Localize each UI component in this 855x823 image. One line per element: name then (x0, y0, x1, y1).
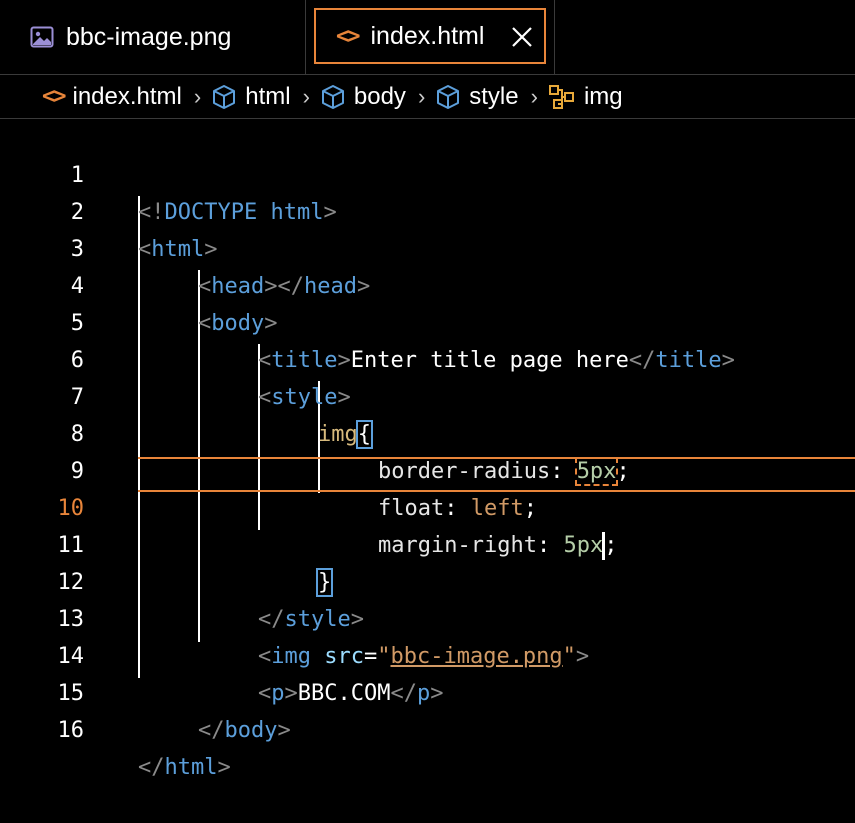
code-line[interactable]: 15 </body> (0, 638, 855, 743)
chevron-right-icon: › (193, 83, 202, 109)
breadcrumb-label: html (245, 82, 291, 110)
breadcrumb: <> index.html › html › body › style › im… (0, 75, 855, 119)
code-line[interactable]: 4 <body> (0, 231, 855, 336)
breadcrumb-label: body (353, 82, 406, 110)
tab-bar: bbc-image.png <> index.html (0, 0, 855, 75)
code-line[interactable]: 7 img{ (0, 342, 855, 449)
symbol-box-icon (211, 84, 237, 110)
line-content: </body> (198, 718, 291, 743)
breadcrumb-item-body[interactable]: body (320, 83, 406, 111)
breadcrumb-label: index.html (72, 82, 182, 110)
code-icon: <> (336, 23, 360, 49)
code-line[interactable]: 13 <img src="bbc-image.png"> (0, 564, 855, 669)
symbol-structure-icon (548, 84, 576, 110)
code-icon: <> (42, 84, 66, 109)
code-line[interactable]: 6 <style> (0, 305, 855, 410)
chevron-right-icon: › (302, 83, 310, 109)
code-line[interactable]: 2 <html> (0, 157, 855, 262)
tab-label: index.html (370, 21, 485, 50)
code-line[interactable]: 9 float: left; (0, 416, 855, 521)
symbol-box-icon (320, 84, 346, 110)
line-number: 16 (57, 718, 85, 743)
breadcrumb-item-img[interactable]: img (548, 83, 623, 111)
code-line[interactable]: 3 <head></head> (0, 194, 855, 299)
breadcrumb-label: style (469, 82, 519, 110)
code-editor[interactable]: 1 <!DOCTYPE html> 2 <html> 3 <head></hea… (0, 120, 855, 780)
code-line[interactable]: 16 </html> (0, 675, 855, 780)
code-line[interactable]: 14 <p>BBC.COM</p> (0, 601, 855, 706)
breadcrumb-item-html[interactable]: html (211, 82, 291, 111)
code-line[interactable]: 12 </style> (0, 527, 855, 632)
tab-index-html[interactable]: <> index.html (306, 0, 555, 74)
breadcrumb-item-style[interactable]: style (435, 82, 519, 111)
symbol-box-icon (435, 84, 461, 110)
line-content: </html> (138, 755, 231, 780)
code-line[interactable]: 8 border-radius: 5px; (0, 379, 855, 486)
close-icon[interactable] (508, 23, 536, 51)
code-line-active[interactable]: 10 margin-right: 5px; (0, 453, 855, 560)
code-line[interactable]: 1 <!DOCTYPE html> (0, 120, 855, 225)
breadcrumb-item-file[interactable]: <> index.html (42, 83, 182, 111)
tab-label: bbc-image.png (66, 22, 232, 51)
tab-bbc-image[interactable]: bbc-image.png (0, 0, 306, 74)
chevron-right-icon: › (417, 83, 426, 109)
image-icon (30, 26, 54, 48)
code-line[interactable]: 5 <title>Enter title page here</title> (0, 268, 855, 373)
code-line[interactable]: 11 } (0, 490, 855, 597)
breadcrumb-label: img (583, 82, 623, 110)
chevron-right-icon: › (530, 83, 538, 109)
